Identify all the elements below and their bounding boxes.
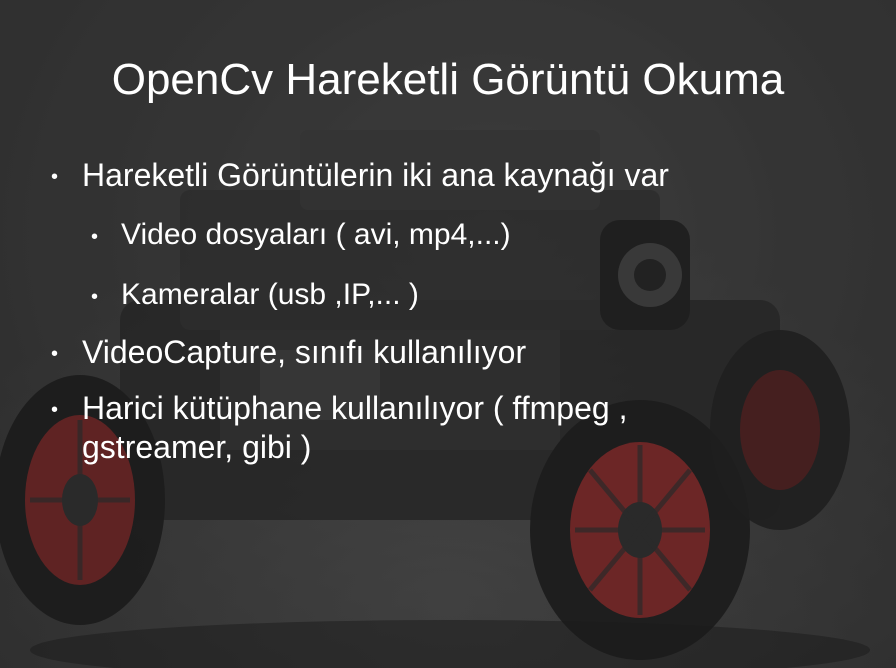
bullet-dot-icon: • [51,399,59,421]
bullet-text-2: Video dosyaları ( avi, mp4,...) [121,218,511,251]
bullet-dot-icon: • [51,343,59,365]
bullet-dot-icon: • [51,166,59,188]
bullet-text-4: VideoCapture, sınıfı kullanılıyor [82,334,527,370]
bullet-dot-icon: • [91,286,99,308]
bullet-text-5-line-1: Harici kütüphane kullanılıyor ( ffmpeg , [82,390,628,426]
bullet-text-1: Hareketli Görüntülerin iki ana kaynağı v… [82,157,669,193]
bullet-dot-icon: • [91,226,99,248]
bullet-text-5-line-2: gstreamer, gibi ) [82,429,312,465]
bullet-list: • Hareketli Görüntülerin iki ana kaynağı… [0,0,896,668]
slide: OpenCv Hareketli Görüntü Okuma • Hareket… [0,0,896,668]
bullet-text-3: Kameralar (usb ,IP,... ) [121,278,419,311]
